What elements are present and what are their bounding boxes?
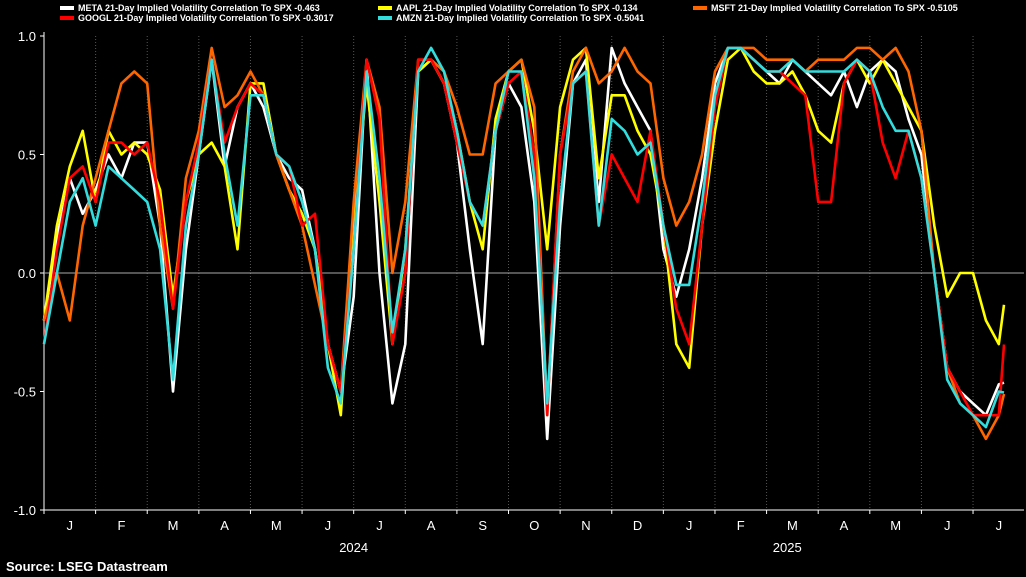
x-tick-label: M <box>890 518 901 533</box>
x-tick-label: D <box>633 518 642 533</box>
x-tick-label: M <box>787 518 798 533</box>
y-tick-label: -1.0 <box>14 503 36 518</box>
x-tick-label: F <box>117 518 125 533</box>
y-tick-label: 1.0 <box>18 29 36 44</box>
x-tick-label: A <box>220 518 229 533</box>
x-tick-label: J <box>325 518 332 533</box>
x-tick-label: J <box>67 518 74 533</box>
year-label: 2024 <box>339 540 368 555</box>
x-tick-label: O <box>529 518 539 533</box>
x-tick-label: A <box>427 518 436 533</box>
x-tick-label: M <box>168 518 179 533</box>
x-tick-label: J <box>944 518 951 533</box>
x-tick-label: S <box>478 518 487 533</box>
x-tick-label: J <box>376 518 383 533</box>
x-tick-label: F <box>737 518 745 533</box>
year-label: 2025 <box>773 540 802 555</box>
x-tick-label: A <box>840 518 849 533</box>
volatility-correlation-chart: 1.0 0.5 0.0 -0.5 -1.0 J F M A M J J A S O N D J F M A M J J 2024… <box>14 29 1024 555</box>
x-tick-label: M <box>271 518 282 533</box>
x-tick-label: N <box>581 518 590 533</box>
y-tick-label: 0.5 <box>18 148 36 163</box>
y-tick-label: 0.0 <box>18 266 36 281</box>
x-tick-label: J <box>996 518 1003 533</box>
source-note: Source: LSEG Datastream <box>6 559 168 574</box>
y-tick-label: -0.5 <box>14 385 36 400</box>
series-line-0 <box>42 46 1005 441</box>
x-tick-label: J <box>686 518 693 533</box>
